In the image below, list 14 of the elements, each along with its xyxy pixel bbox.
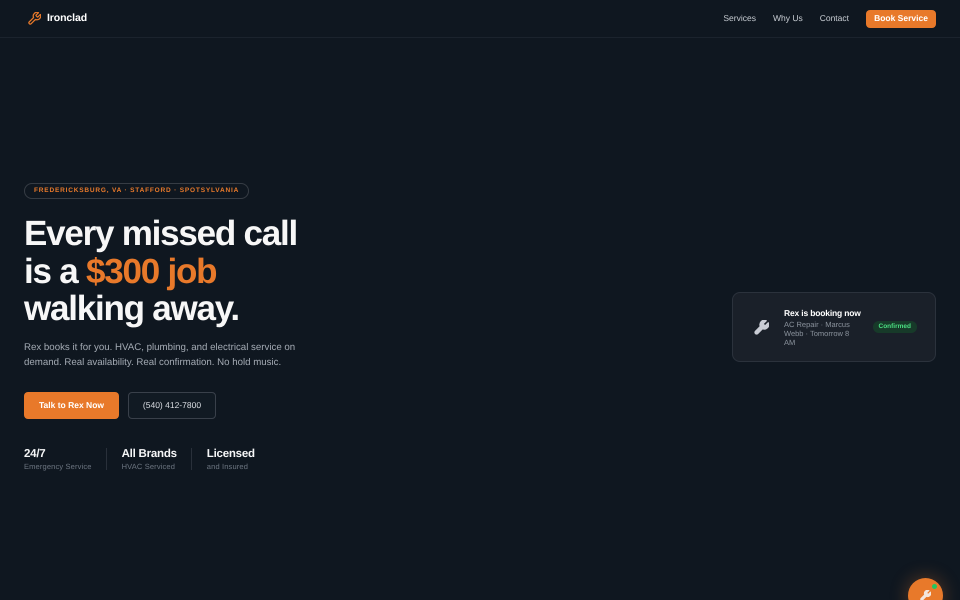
wrench-icon	[28, 12, 41, 25]
hero-description: Rex books it for you. HVAC, plumbing, and electrical service on demand. Real availability. Real confirmation. No hold music.	[24, 340, 296, 370]
nav-link[interactable]: Contact	[820, 12, 849, 25]
nav-link[interactable]: Why Us	[772, 12, 803, 25]
stat-value: Licensed	[206, 448, 255, 461]
wrench-icon	[754, 320, 769, 334]
phone-button[interactable]: (540) 412-7800	[128, 392, 216, 419]
hero-headline: Every missed call is a $300 job walking away.	[24, 215, 297, 328]
nav-link[interactable]: Services	[723, 12, 756, 25]
stat-value: 24/7	[24, 448, 46, 461]
stat-value: All Brands	[122, 448, 177, 461]
brand-name: Ironclad	[47, 10, 88, 26]
booking-title: Rex is booking now	[784, 308, 861, 318]
wrench-icon	[920, 590, 931, 600]
